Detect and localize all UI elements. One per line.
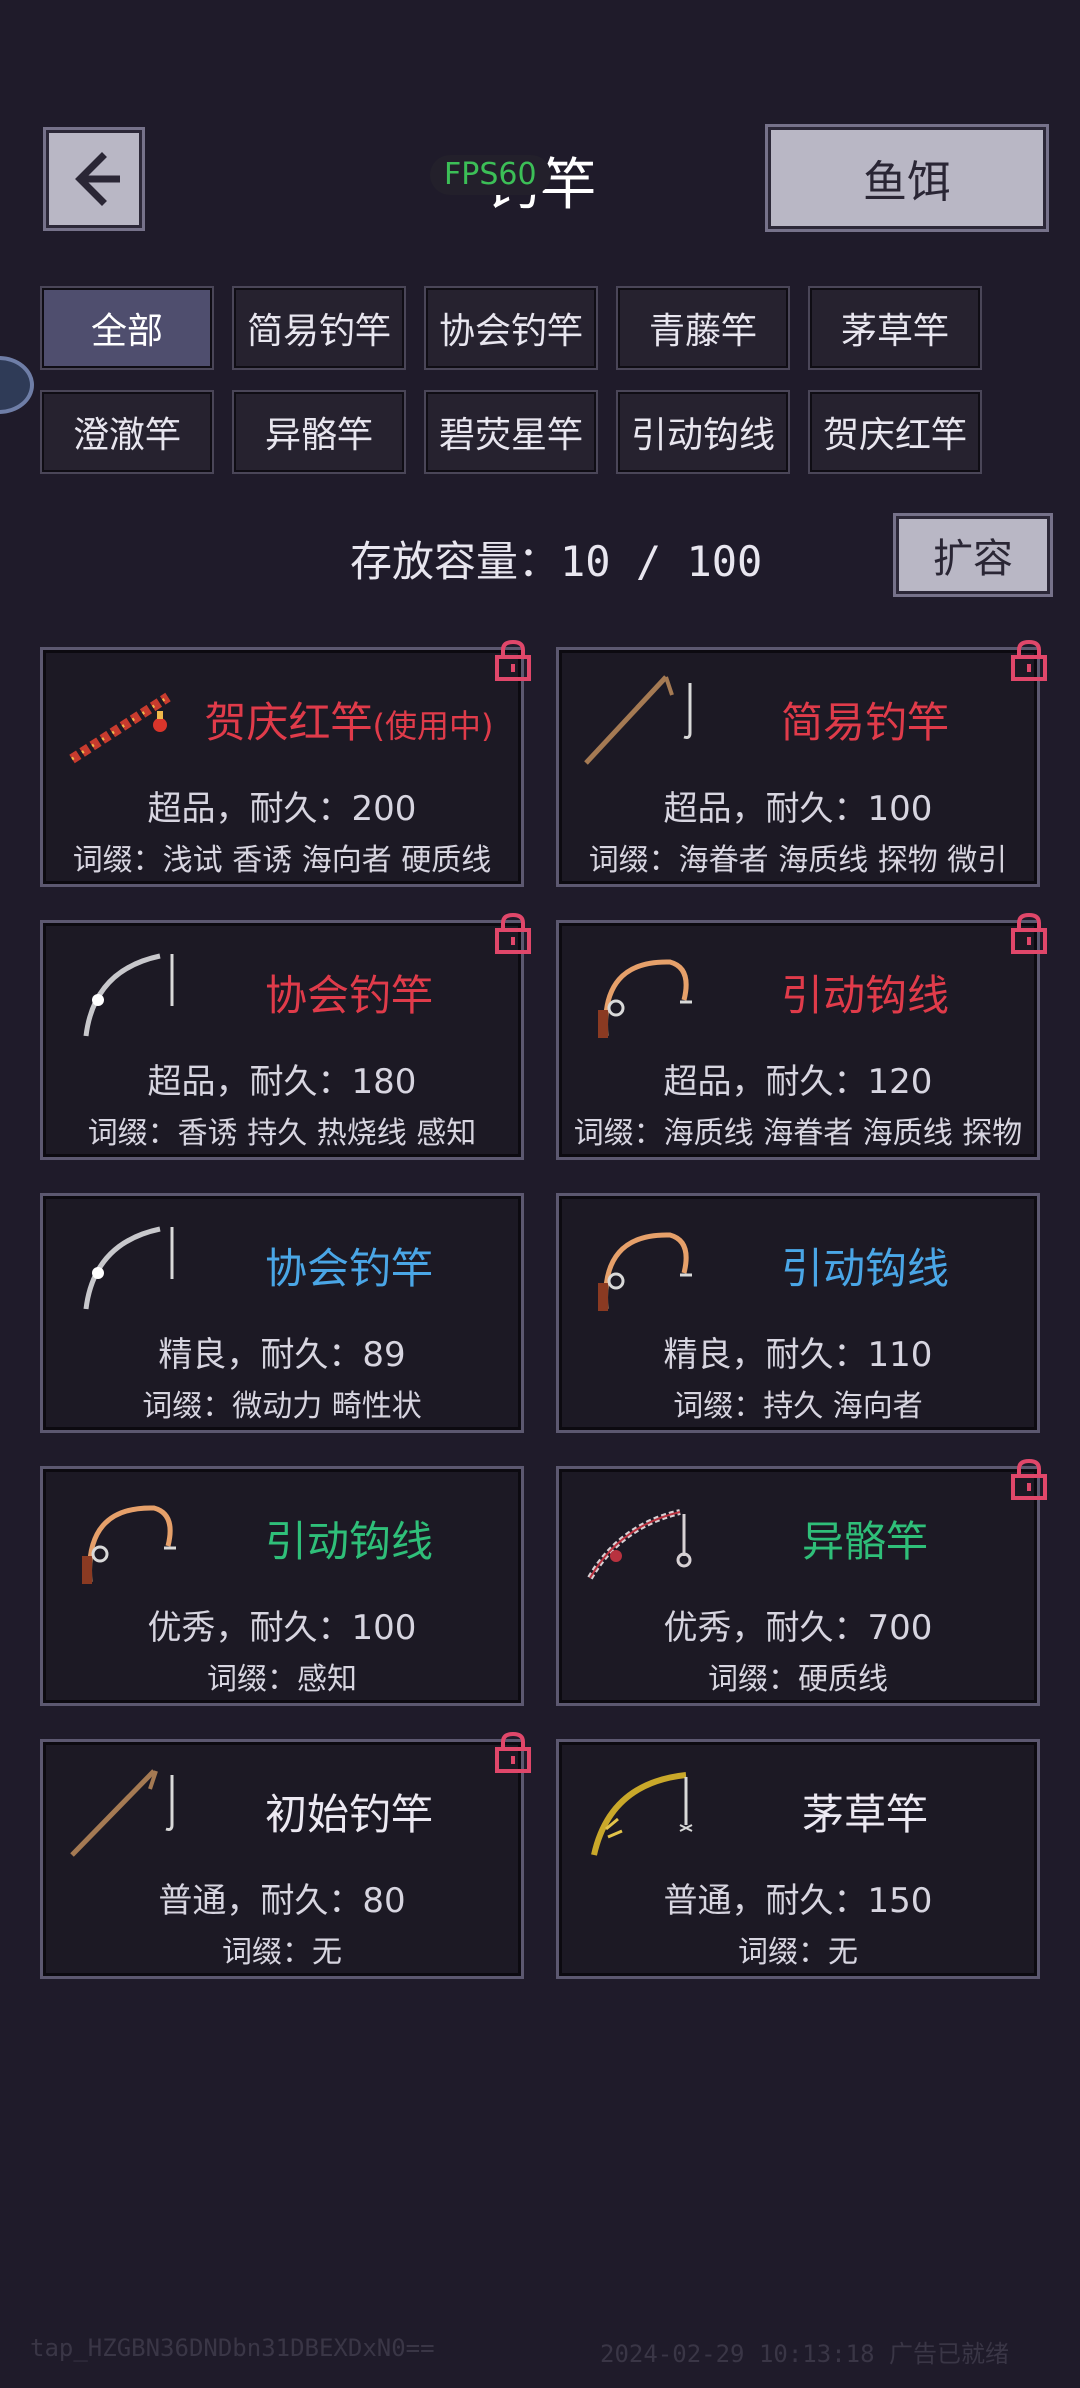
rod-quality-durability: 普通，耐久：150 xyxy=(663,1881,933,1921)
rod-name-text: 简易钓竿 xyxy=(780,698,949,747)
rod-name-text: 引动钩线 xyxy=(264,1517,433,1566)
filter-tab[interactable]: 全部 xyxy=(40,286,214,370)
lock-icon[interactable] xyxy=(494,639,532,681)
filter-tab[interactable]: 引动钩线 xyxy=(616,390,790,474)
filter-tab[interactable]: 异骼竿 xyxy=(232,390,406,474)
filter-tab[interactable]: 碧荧星竿 xyxy=(424,390,598,474)
bone-rod-icon xyxy=(580,1486,698,1586)
fps-counter: FPS60 xyxy=(430,155,551,195)
rod-name: 协会钓竿 xyxy=(186,1235,512,1296)
rod-card[interactable]: 异骼竿优秀，耐久：700 词缀：硬质线 xyxy=(556,1458,1047,1706)
rod-name-text: 异骼竿 xyxy=(801,1517,928,1566)
rod-affixes: 词缀：海质线 海眷者 海质线 探物 xyxy=(573,1116,1023,1151)
lock-icon[interactable] xyxy=(494,912,532,954)
rod-card[interactable]: 协会钓竿精良，耐久：89 词缀：微动力 畸性状 xyxy=(40,1193,524,1433)
rod-quality-durability: 精良，耐久：110 xyxy=(663,1335,933,1375)
rod-name-text: 引动钩线 xyxy=(780,971,949,1020)
capacity-label: 存放容量： xyxy=(350,537,561,586)
storage-capacity: 存放容量：10 / 100 xyxy=(350,528,762,589)
rod-card[interactable]: 引动钩线精良，耐久：110 词缀：持久 海向者 xyxy=(556,1193,1040,1433)
rod-card[interactable]: 茅草竿普通，耐久：150 词缀：无 xyxy=(556,1739,1040,1979)
rod-quality-durability: 普通，耐久：80 xyxy=(158,1881,406,1921)
expand-capacity-button[interactable]: 扩容 xyxy=(893,513,1053,597)
rod-affixes: 词缀：香诱 持久 热烧线 感知 xyxy=(87,1116,477,1151)
rod-affixes: 词缀：海眷者 海质线 探物 微引 xyxy=(588,843,1008,878)
lock-icon[interactable] xyxy=(1010,1458,1048,1500)
rod-affixes: 词缀：无 xyxy=(222,1935,342,1970)
rod-card[interactable]: 初始钓竿普通，耐久：80 词缀：无 xyxy=(40,1731,531,1979)
lock-icon[interactable] xyxy=(1010,912,1048,954)
rod-affixes: 词缀：感知 xyxy=(207,1662,357,1697)
starter-rod-icon xyxy=(64,1759,182,1859)
reel-rod-icon xyxy=(580,940,698,1040)
rod-affixes: 词缀：硬质线 xyxy=(708,1662,888,1697)
rod-name: 简易钓竿 xyxy=(702,689,1028,750)
reel-rod-icon xyxy=(580,1213,698,1313)
debug-timestamp: 2024-02-29 10:13:18 广告已就绪 xyxy=(600,2340,1009,2368)
rod-name-text: 初始钓竿 xyxy=(264,1790,433,1839)
rod-name: 贺庆红竿(使用中) xyxy=(186,689,512,750)
filter-tab[interactable]: 简易钓竿 xyxy=(232,286,406,370)
rod-card[interactable]: 引动钩线优秀，耐久：100 词缀：感知 xyxy=(40,1466,524,1706)
reel-rod-icon xyxy=(64,1486,182,1586)
rod-name-text: 贺庆红竿 xyxy=(204,698,373,747)
rod-card[interactable]: 引动钩线超品，耐久：120 词缀：海质线 海眷者 海质线 探物 xyxy=(556,912,1047,1160)
rod-name: 引动钩线 xyxy=(702,1235,1028,1296)
rod-affixes: 词缀：持久 海向者 xyxy=(673,1389,923,1424)
floating-assistant-bubble[interactable] xyxy=(0,356,34,414)
rod-affixes: 词缀：微动力 畸性状 xyxy=(142,1389,422,1424)
rod-name: 引动钩线 xyxy=(186,1508,512,1569)
rod-quality-durability: 优秀，耐久：700 xyxy=(663,1608,933,1648)
rod-name-text: 协会钓竿 xyxy=(264,971,433,1020)
filter-tab[interactable]: 茅草竿 xyxy=(808,286,982,370)
rod-name: 茅草竿 xyxy=(702,1781,1028,1842)
rod-name: 协会钓竿 xyxy=(186,962,512,1023)
rod-card[interactable]: 协会钓竿超品，耐久：180 词缀：香诱 持久 热烧线 感知 xyxy=(40,912,531,1160)
in-use-tag: (使用中) xyxy=(372,707,494,745)
rod-name: 引动钩线 xyxy=(702,962,1028,1023)
lock-icon[interactable] xyxy=(1010,639,1048,681)
rod-quality-durability: 超品，耐久：100 xyxy=(663,789,933,829)
capacity-value: 10 / 100 xyxy=(560,537,763,586)
debug-token: tap_HZGBN36DNDbn31DBEXDxN0== xyxy=(30,2334,435,2362)
rod-card[interactable]: 简易钓竿超品，耐久：100 词缀：海眷者 海质线 探物 微引 xyxy=(556,639,1047,887)
rod-affixes: 词缀：无 xyxy=(738,1935,858,1970)
rod-quality-durability: 超品，耐久：120 xyxy=(663,1062,933,1102)
filter-tab[interactable]: 澄澈竿 xyxy=(40,390,214,474)
simple-rod-icon xyxy=(580,667,698,767)
rod-affixes: 词缀：浅试 香诱 海向者 硬质线 xyxy=(72,843,492,878)
rod-quality-durability: 超品，耐久：180 xyxy=(147,1062,417,1102)
association-rod-icon xyxy=(64,1213,182,1313)
rod-name: 初始钓竿 xyxy=(186,1781,512,1842)
rod-card[interactable]: 贺庆红竿(使用中) 超品，耐久：200 词缀：浅试 香诱 海向者 硬质线 xyxy=(40,639,531,887)
filter-tab[interactable]: 贺庆红竿 xyxy=(808,390,982,474)
rod-name-text: 协会钓竿 xyxy=(264,1244,433,1293)
filter-tab[interactable]: 协会钓竿 xyxy=(424,286,598,370)
rod-quality-durability: 超品，耐久：200 xyxy=(147,789,417,829)
rod-quality-durability: 精良，耐久：89 xyxy=(158,1335,406,1375)
rod-name-text: 引动钩线 xyxy=(780,1244,949,1293)
rod-name-text: 茅草竿 xyxy=(801,1790,928,1839)
grass-rod-icon xyxy=(580,1759,698,1859)
association-rod-icon xyxy=(64,940,182,1040)
filter-tab[interactable]: 青藤竿 xyxy=(616,286,790,370)
firecracker-rod-icon xyxy=(64,667,182,767)
lock-icon[interactable] xyxy=(494,1731,532,1773)
bait-button[interactable]: 鱼饵 xyxy=(765,124,1049,232)
rod-quality-durability: 优秀，耐久：100 xyxy=(147,1608,417,1648)
rod-name: 异骼竿 xyxy=(702,1508,1028,1569)
